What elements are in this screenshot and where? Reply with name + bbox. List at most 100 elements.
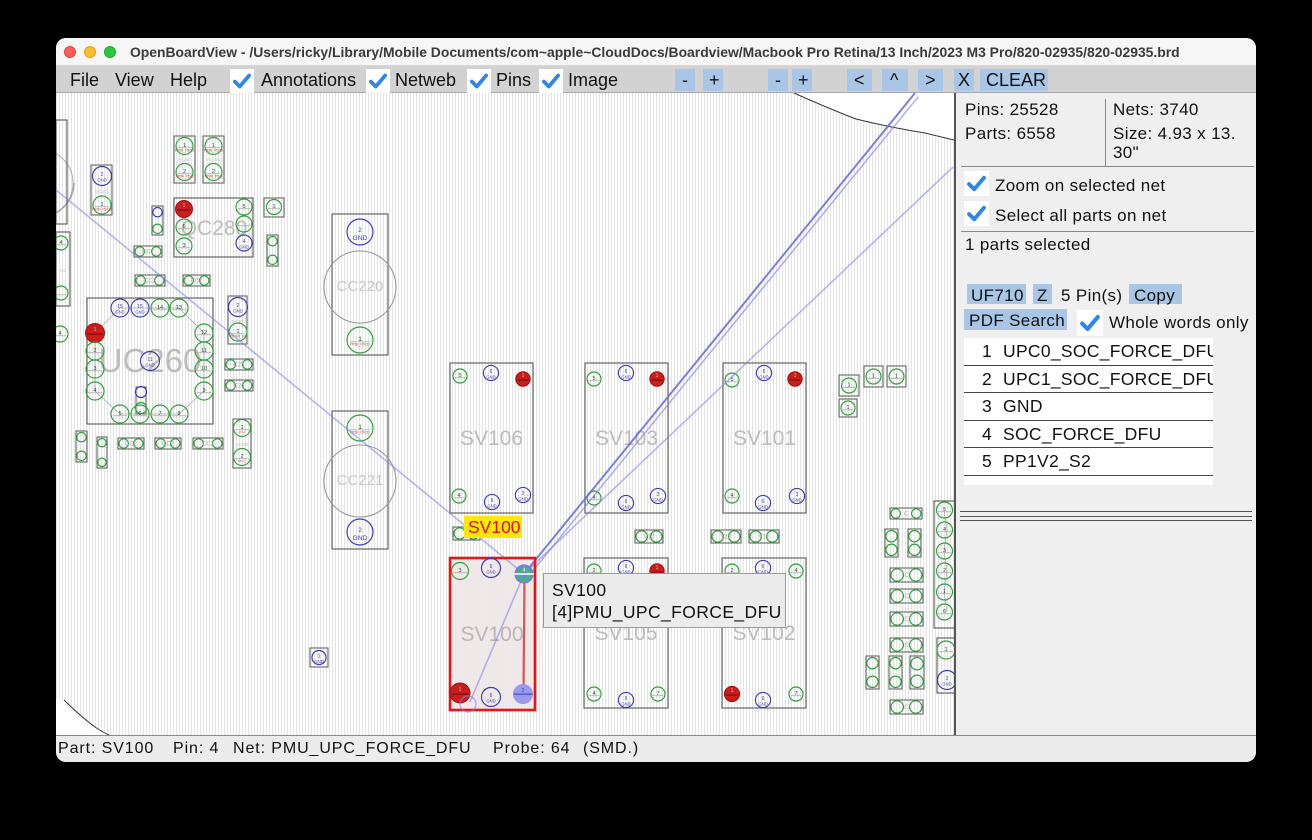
svg-text:QC271: QC271 bbox=[95, 189, 110, 194]
svg-text:1: 1 bbox=[656, 373, 659, 379]
svg-text:1: 1 bbox=[794, 373, 797, 379]
svg-text:1: 1 bbox=[183, 203, 186, 209]
svg-text:P-H: P-H bbox=[239, 431, 245, 435]
svg-text:1: 1 bbox=[459, 687, 462, 693]
svg-text:4: 4 bbox=[93, 388, 96, 394]
svg-text:GND: GND bbox=[115, 309, 124, 314]
svg-text:GND: GND bbox=[759, 374, 768, 379]
svg-text:V12: V12 bbox=[721, 535, 732, 541]
svg-text:C: C bbox=[904, 573, 909, 579]
svg-text:C: C bbox=[904, 617, 909, 623]
svg-text:2: 2 bbox=[943, 568, 946, 574]
svg-text:3: 3 bbox=[182, 243, 185, 249]
svg-text:5: 5 bbox=[118, 411, 121, 417]
svg-text:GND: GND bbox=[621, 701, 630, 706]
svg-text:GND: GND bbox=[486, 569, 495, 574]
svg-text:CC2: CC2 bbox=[190, 279, 203, 285]
svg-text:C25: C25 bbox=[233, 363, 245, 369]
svg-text:11: 11 bbox=[201, 348, 207, 354]
svg-text:4: 4 bbox=[457, 493, 460, 499]
svg-text:GND: GND bbox=[792, 497, 801, 502]
svg-text:13: 13 bbox=[176, 305, 182, 311]
svg-text:5: 5 bbox=[592, 376, 595, 382]
svg-text:1: 1 bbox=[522, 373, 525, 379]
svg-text:5: 5 bbox=[242, 204, 245, 210]
svg-text:9: 9 bbox=[202, 388, 205, 394]
svg-text:2: 2 bbox=[522, 688, 525, 694]
svg-text:1: 1 bbox=[847, 383, 850, 389]
svg-text:RC280: RC280 bbox=[207, 157, 220, 162]
svg-text:3: 3 bbox=[943, 548, 946, 554]
svg-text:C26: C26 bbox=[233, 384, 245, 390]
svg-text:4: 4 bbox=[58, 331, 61, 337]
svg-text:1: 1 bbox=[943, 589, 946, 595]
svg-text:C: C bbox=[904, 705, 909, 711]
svg-text:GND: GND bbox=[758, 701, 767, 706]
svg-text:PP3N_F5V32: PP3N_F5V32 bbox=[92, 208, 112, 212]
svg-text:4: 4 bbox=[943, 527, 946, 533]
svg-text:4: 4 bbox=[523, 568, 526, 574]
svg-text:4: 4 bbox=[592, 691, 595, 697]
svg-text:GND: GND bbox=[353, 235, 368, 242]
svg-text:7: 7 bbox=[158, 411, 161, 417]
svg-text:14: 14 bbox=[157, 305, 163, 311]
svg-text:2: 2 bbox=[358, 227, 362, 234]
svg-text:QC298: QC298 bbox=[235, 442, 249, 447]
svg-text:7: 7 bbox=[656, 691, 659, 697]
svg-text:6: 6 bbox=[182, 224, 185, 230]
svg-text:6: 6 bbox=[943, 609, 946, 615]
svg-text:5: 5 bbox=[943, 507, 946, 513]
svg-text:1: 1 bbox=[944, 647, 947, 653]
svg-text:4: 4 bbox=[730, 493, 733, 499]
svg-text:3: 3 bbox=[458, 568, 461, 574]
svg-text:PP3N_F5V32: PP3N_F5V32 bbox=[350, 343, 370, 347]
svg-text:GND: GND bbox=[486, 698, 495, 703]
svg-text:GND: GND bbox=[239, 244, 248, 249]
svg-text:CC220: CC220 bbox=[337, 278, 384, 295]
svg-text:CC2: CC2 bbox=[202, 442, 215, 448]
svg-text:SV101: SV101 bbox=[733, 427, 796, 450]
svg-text:GND: GND bbox=[653, 497, 662, 502]
svg-text:GND: GND bbox=[942, 681, 951, 686]
svg-text:SV106: SV106 bbox=[460, 427, 523, 450]
svg-text:RC280: RC280 bbox=[178, 157, 191, 162]
svg-text:7: 7 bbox=[794, 691, 797, 697]
svg-text:GND: GND bbox=[314, 659, 323, 664]
svg-text:GND: GND bbox=[233, 308, 242, 313]
svg-text:GND: GND bbox=[353, 535, 368, 542]
svg-text:4: 4 bbox=[794, 568, 797, 574]
svg-text:1: 1 bbox=[895, 374, 898, 380]
svg-text:4: 4 bbox=[59, 240, 62, 246]
svg-text:5: 5 bbox=[458, 373, 461, 379]
svg-text:SV100: SV100 bbox=[460, 623, 523, 646]
svg-text:PP3N_F5V32: PP3N_F5V32 bbox=[204, 149, 224, 153]
svg-text:GND: GND bbox=[135, 309, 144, 314]
svg-text:[4]PMU_UPC_FORCE_DFU: [4]PMU_UPC_FORCE_DFU bbox=[552, 602, 782, 623]
svg-text:1: 1 bbox=[846, 405, 849, 411]
svg-text:GND: GND bbox=[145, 362, 154, 367]
svg-text:1: 1 bbox=[731, 688, 734, 694]
svg-text:CC221: CC221 bbox=[337, 472, 384, 489]
svg-text:PP3N_F5V3: PP3N_F5V3 bbox=[176, 175, 194, 179]
svg-text:PP3N_F5V32: PP3N_F5V32 bbox=[175, 149, 195, 153]
svg-text:CC2: CC2 bbox=[162, 442, 175, 448]
svg-text:GND: GND bbox=[486, 374, 495, 379]
svg-text:PP3N_F5V3: PP3N_F5V3 bbox=[205, 175, 223, 179]
svg-text:SV100: SV100 bbox=[552, 580, 607, 600]
svg-text:CC2: CC2 bbox=[125, 442, 138, 448]
svg-text:3: 3 bbox=[93, 366, 96, 372]
svg-text:C: C bbox=[904, 512, 909, 518]
svg-text:C: C bbox=[904, 643, 909, 649]
svg-text:10: 10 bbox=[201, 366, 207, 372]
svg-text:PP-C: PP-C bbox=[238, 460, 246, 464]
svg-text:V12: V12 bbox=[644, 535, 655, 541]
svg-text:2: 2 bbox=[93, 348, 96, 354]
svg-text:GND: GND bbox=[487, 503, 496, 508]
svg-text:SV100: SV100 bbox=[468, 517, 521, 537]
svg-text:8: 8 bbox=[177, 411, 180, 417]
svg-text:GND: GND bbox=[621, 504, 630, 509]
svg-text:CC2: CC2 bbox=[142, 250, 155, 256]
svg-text:1: 1 bbox=[272, 204, 275, 210]
svg-text:1: 1 bbox=[872, 374, 875, 380]
svg-text:12: 12 bbox=[201, 330, 207, 336]
